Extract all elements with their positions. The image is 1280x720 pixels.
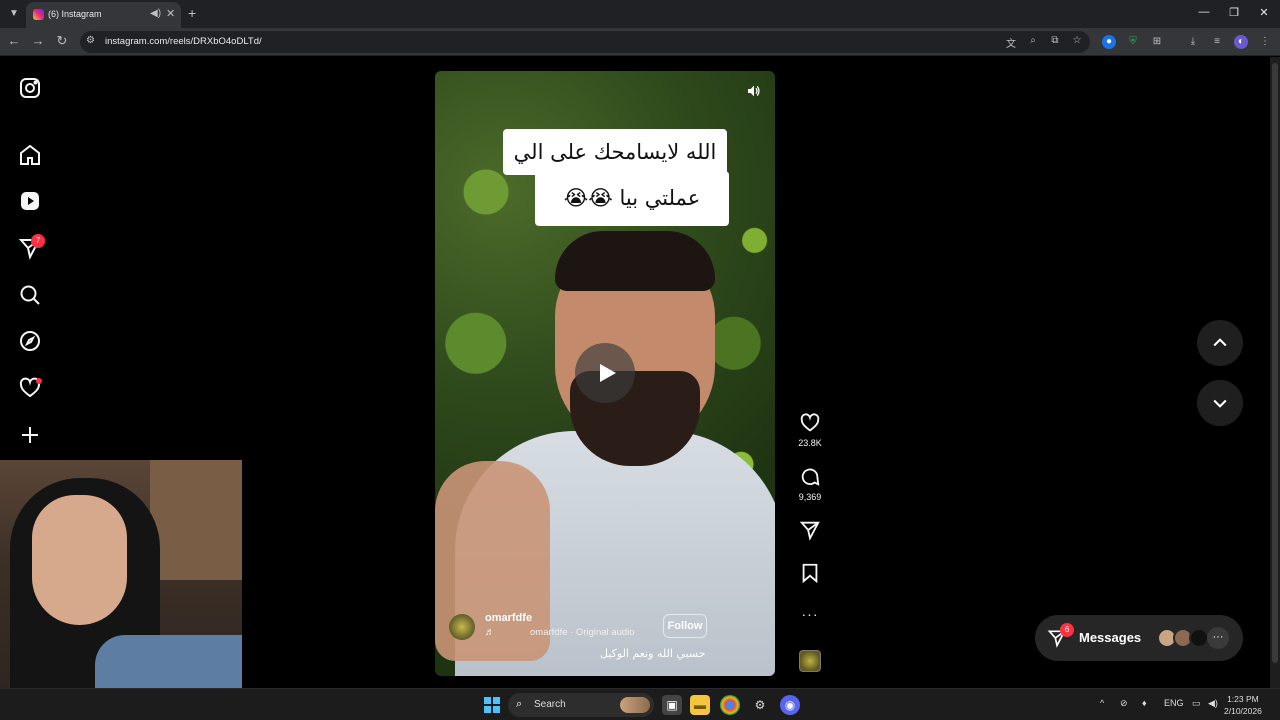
messages-notification-badge: 7 <box>31 234 45 248</box>
page-scrollbar[interactable] <box>1270 57 1280 688</box>
address-bar[interactable]: ⚙ instagram.com/reels/DRXbO4oDLTd/ 文 ⌕ ⧉… <box>80 31 1090 53</box>
video-person-hair <box>555 231 715 291</box>
more-options-icon[interactable]: ··· <box>790 606 830 622</box>
translate-icon[interactable]: 文 <box>1004 35 1018 50</box>
creator-username[interactable]: omarfdfe <box>485 612 532 624</box>
extension-shield-icon[interactable]: ⛨ <box>1126 35 1140 49</box>
instagram-logo-icon[interactable] <box>18 76 42 100</box>
search-icon: ⌕ <box>516 698 523 710</box>
microphone-icon[interactable]: ♦ <box>1142 698 1147 708</box>
tray-overflow-icon[interactable]: ^ <box>1100 698 1104 708</box>
webcam-overlay <box>0 460 242 720</box>
minimize-icon[interactable]: — <box>1196 6 1212 18</box>
extensions-puzzle-icon[interactable]: ⊞ <box>1150 35 1164 49</box>
browser-toolbar: ← → ↻ ⚙ instagram.com/reels/DRXbO4oDLTd/… <box>0 28 1280 56</box>
display-icon[interactable]: ▭ <box>1192 698 1201 709</box>
window-close-icon[interactable]: ✕ <box>1256 6 1272 19</box>
discord-icon[interactable]: ◉ <box>780 695 800 715</box>
reel-video[interactable]: الله لايسامحك على الي عملتي بيا 😭😭 omarf… <box>435 71 775 676</box>
clock-date: 2/10/2026 <box>1224 706 1262 716</box>
notification-dot <box>36 378 42 384</box>
volume-icon[interactable]: ◀) <box>1208 698 1218 709</box>
clock-time: 1:23 PM <box>1227 694 1259 704</box>
cast-icon[interactable]: ⧉ <box>1048 35 1062 46</box>
new-tab-button[interactable]: + <box>188 5 196 21</box>
forward-icon[interactable]: → <box>30 33 46 48</box>
like-count: 23.8K <box>798 438 822 448</box>
webcam-background <box>150 460 242 580</box>
profile-avatar[interactable]: ◐ <box>1234 35 1248 49</box>
comment-count: 9,369 <box>798 492 822 502</box>
tab-audio-icon[interactable]: ◀) <box>150 8 161 19</box>
bookmark-star-icon[interactable]: ☆ <box>1070 35 1084 46</box>
follow-button[interactable]: Follow <box>663 614 707 638</box>
create-plus-icon[interactable] <box>18 423 42 447</box>
explore-icon[interactable] <box>18 329 42 353</box>
tab-close-icon[interactable]: ✕ <box>166 7 175 20</box>
download-icon[interactable]: ⤓ <box>1186 35 1200 49</box>
music-note-icon: ♬ <box>485 627 495 638</box>
instagram-favicon-icon <box>33 9 44 20</box>
url-text[interactable]: instagram.com/reels/DRXbO4oDLTd/ <box>105 36 262 47</box>
reload-icon[interactable]: ↻ <box>54 33 70 49</box>
messages-more-icon[interactable]: ··· <box>1207 627 1229 649</box>
video-caption-line1: الله لايسامحك على الي <box>503 129 727 175</box>
task-view-icon[interactable]: ▣ <box>662 695 682 715</box>
network-icon[interactable]: ⊘ <box>1120 698 1128 709</box>
media-control-icon[interactable]: ≡ <box>1210 35 1224 49</box>
reel-description: حسبي الله ونعم الوكيل <box>600 647 706 660</box>
chevron-down-icon <box>1213 399 1227 408</box>
webcam-face <box>32 495 127 625</box>
home-icon[interactable] <box>18 143 42 167</box>
play-icon <box>600 364 616 382</box>
creator-avatar[interactable] <box>449 614 475 640</box>
taskbar-search[interactable]: ⌕ Search <box>508 693 654 717</box>
messages-bar[interactable]: 6 Messages ··· <box>1035 615 1243 661</box>
share-icon[interactable] <box>799 519 821 541</box>
back-icon[interactable]: ← <box>6 33 22 48</box>
message-avatar <box>1189 628 1209 648</box>
chrome-icon[interactable] <box>720 695 740 715</box>
file-explorer-icon[interactable]: ▬ <box>690 695 710 715</box>
save-bookmark-icon[interactable] <box>799 562 821 584</box>
comment-icon[interactable] <box>799 466 821 488</box>
messages-label: Messages <box>1079 630 1142 645</box>
messages-badge: 6 <box>1060 623 1074 637</box>
video-caption-line2: عملتي بيا 😭😭 <box>535 171 729 226</box>
app-settings-icon[interactable]: ⚙ <box>750 695 770 715</box>
play-button[interactable] <box>575 343 635 403</box>
system-clock[interactable]: 1:23 PM 2/10/2026 <box>1224 693 1262 717</box>
scrollbar-thumb[interactable] <box>1272 63 1278 663</box>
search-highlight-image <box>620 697 650 713</box>
tab-search-icon[interactable]: ▼ <box>6 6 22 22</box>
browser-tab[interactable]: (6) Instagram ◀) ✕ <box>26 2 181 28</box>
tab-title: (6) Instagram <box>48 9 102 19</box>
reels-icon[interactable] <box>18 189 42 213</box>
language-indicator[interactable]: ENG <box>1164 698 1184 708</box>
windows-taskbar: ⌕ Search ▣ ▬ ⚙ ◉ ^ ⊘ ♦ ENG ▭ ◀) 1:23 PM … <box>0 688 1280 720</box>
restore-icon[interactable]: ❐ <box>1226 6 1242 19</box>
like-heart-icon[interactable] <box>799 412 821 434</box>
search-icon[interactable] <box>18 283 42 307</box>
windows-start-icon[interactable] <box>484 697 500 713</box>
site-info-icon[interactable]: ⚙ <box>86 35 95 46</box>
original-audio-link[interactable]: omarfdfe · Original audio <box>530 627 635 638</box>
taskbar-search-text: Search <box>534 699 566 710</box>
browser-menu-icon[interactable]: ⋮ <box>1258 35 1272 49</box>
previous-reel-button[interactable] <box>1197 320 1243 366</box>
sound-icon[interactable] <box>746 83 762 99</box>
zoom-icon[interactable]: ⌕ <box>1026 35 1040 46</box>
extension-blue-icon[interactable]: ● <box>1102 35 1116 49</box>
next-reel-button[interactable] <box>1197 380 1243 426</box>
audio-thumbnail[interactable] <box>799 650 821 672</box>
chevron-up-icon <box>1213 338 1227 347</box>
browser-tab-bar: ▼ (6) Instagram ◀) ✕ + — ❐ ✕ <box>0 0 1280 28</box>
